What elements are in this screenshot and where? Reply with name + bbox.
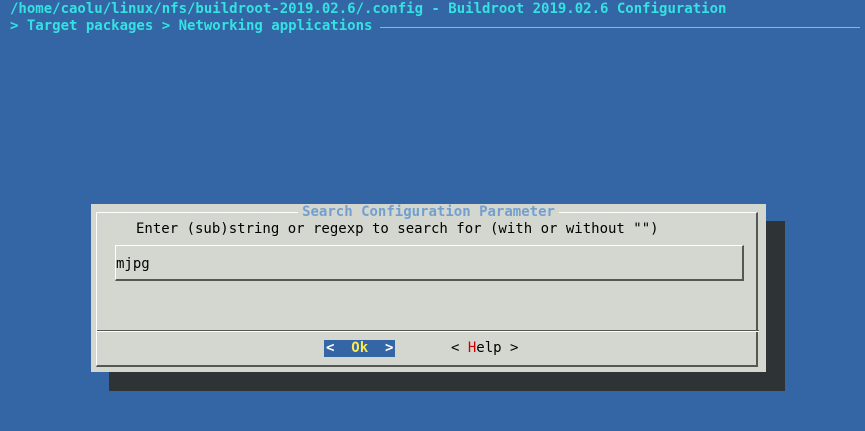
search-input[interactable]	[115, 245, 744, 281]
help-button-label: elp	[476, 340, 502, 356]
dialog-title-text: Search Configuration Parameter	[298, 204, 559, 220]
search-input-value[interactable]: mjpg	[116, 256, 150, 273]
config-title: /home/caolu/linux/nfs/buildroot-2019.02.…	[10, 1, 727, 17]
help-button-right: >	[501, 340, 519, 356]
help-button-left: <	[451, 340, 468, 356]
breadcrumb-rule	[380, 26, 860, 28]
breadcrumb-text: > Target packages > Networking applicati…	[10, 18, 373, 34]
ok-button[interactable]: < Ok >	[324, 340, 396, 357]
dialog-title: Search Configuration Parameter	[91, 204, 766, 221]
breadcrumb: > Target packages > Networking applicati…	[10, 18, 860, 35]
terminal-screen: /home/caolu/linux/nfs/buildroot-2019.02.…	[0, 0, 865, 431]
ok-button-label: Ok	[351, 340, 369, 356]
search-dialog: Search Configuration Parameter Enter (su…	[91, 204, 766, 372]
ok-button-right: >	[368, 340, 394, 356]
button-separator	[97, 330, 759, 332]
ok-button-left: <	[326, 340, 352, 356]
search-prompt: Enter (sub)string or regexp to search fo…	[136, 221, 659, 237]
help-button[interactable]: < Help >	[451, 340, 518, 357]
